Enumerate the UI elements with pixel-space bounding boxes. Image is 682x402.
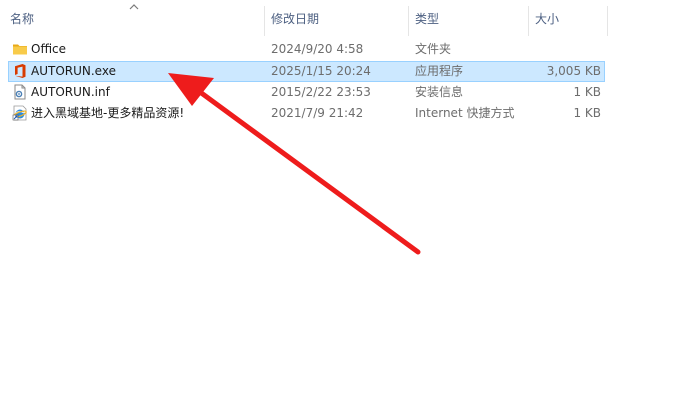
column-separator[interactable] <box>607 6 608 36</box>
file-name: AUTORUN.exe <box>31 64 116 78</box>
file-name: 进入黑域基地-更多精品资源! <box>31 106 185 120</box>
file-name: Office <box>31 42 67 56</box>
file-row-autorun-exe[interactable]: AUTORUN.exe 2025/1/15 20:24 应用程序 3,005 K… <box>8 61 605 82</box>
column-header-type[interactable]: 类型 <box>415 0 528 36</box>
file-date: 2024/9/20 4:58 <box>271 42 364 56</box>
column-separator[interactable] <box>408 6 409 36</box>
file-type: 文件夹 <box>415 42 452 56</box>
file-type: 应用程序 <box>415 64 464 78</box>
column-header-size[interactable]: 大小 <box>535 0 605 36</box>
file-size: 1 KB <box>573 106 601 120</box>
file-date: 2021/7/9 21:42 <box>271 106 364 120</box>
file-date: 2025/1/15 20:24 <box>271 64 371 78</box>
file-size: 3,005 KB <box>546 64 601 78</box>
file-row-office[interactable]: Office 2024/9/20 4:58 文件夹 <box>8 39 605 60</box>
file-row-internet-shortcut[interactable]: 进入黑域基地-更多精品资源! 2021/7/9 21:42 Internet 快… <box>8 103 605 124</box>
file-type: Internet 快捷方式 <box>415 106 515 120</box>
file-name: AUTORUN.inf <box>31 85 110 99</box>
file-size: 1 KB <box>573 85 601 99</box>
file-row-autorun-inf[interactable]: AUTORUN.inf 2015/2/22 23:53 安装信息 1 KB <box>8 82 605 103</box>
sort-ascending-icon <box>129 4 139 10</box>
file-type: 安装信息 <box>415 85 464 99</box>
column-separator[interactable] <box>528 6 529 36</box>
folder-icon <box>13 44 27 55</box>
column-separator[interactable] <box>264 6 265 36</box>
internet-shortcut-icon <box>12 105 27 121</box>
office-app-icon <box>15 64 26 78</box>
column-header-date[interactable]: 修改日期 <box>271 0 409 36</box>
file-date: 2015/2/22 23:53 <box>271 85 371 99</box>
column-header-bar: 名称 修改日期 类型 大小 <box>0 0 682 36</box>
settings-file-icon <box>14 84 26 100</box>
